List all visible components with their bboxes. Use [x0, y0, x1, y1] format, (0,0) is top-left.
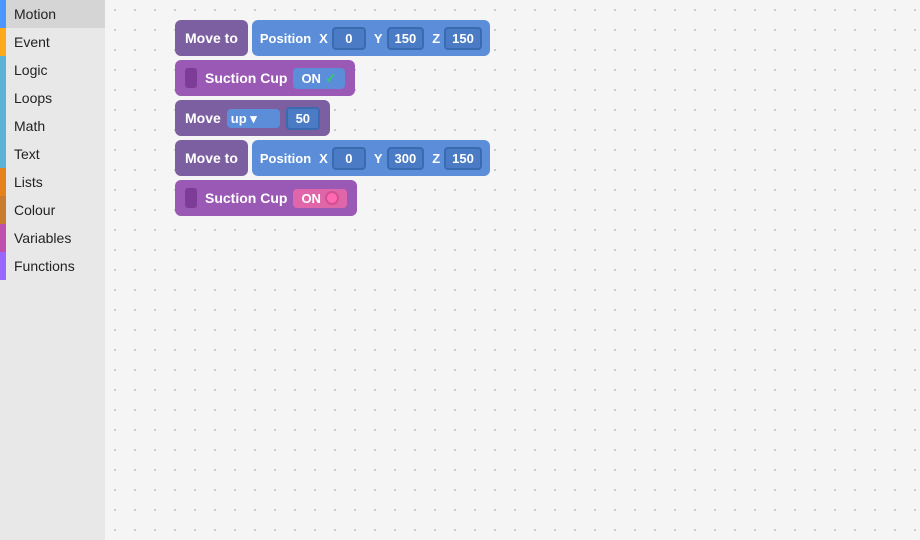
sidebar-label-motion: Motion — [14, 6, 56, 22]
position-label-1: Position — [260, 31, 311, 46]
sidebar: Motion Event Logic Loops Math Text Lists… — [0, 0, 105, 540]
sidebar-label-variables: Variables — [14, 230, 71, 246]
suction-block-1[interactable]: Suction Cup ON ✓ — [175, 60, 355, 96]
block-move-to-1[interactable]: Move to Position X 0 Y 150 Z 150 — [175, 20, 490, 56]
block-move-to-2[interactable]: Move to Position X 0 Y 300 Z 150 — [175, 140, 490, 176]
sidebar-item-functions[interactable]: Functions — [0, 252, 105, 280]
y-label-1: Y — [374, 31, 383, 46]
x-value-2[interactable]: 0 — [332, 147, 366, 170]
sidebar-label-lists: Lists — [14, 174, 43, 190]
sidebar-item-loops[interactable]: Loops — [0, 84, 105, 112]
x-label-1: X — [319, 31, 328, 46]
sidebar-item-text[interactable]: Text — [0, 140, 105, 168]
sidebar-label-loops: Loops — [14, 90, 52, 106]
sidebar-label-text: Text — [14, 146, 40, 162]
position-block-2: Position X 0 Y 300 Z 150 — [252, 140, 490, 176]
x-value-1[interactable]: 0 — [332, 27, 366, 50]
sidebar-label-functions: Functions — [14, 258, 75, 274]
z-value-2[interactable]: 150 — [444, 147, 482, 170]
sidebar-item-motion[interactable]: Motion — [0, 0, 105, 28]
suction-connector-2 — [185, 188, 197, 208]
direction-select[interactable]: up ▾ down ▾ — [227, 109, 280, 128]
pink-dot-icon — [325, 191, 339, 205]
suction-cup-block-2[interactable]: Suction Cup ON — [175, 180, 490, 216]
x-label-2: X — [319, 151, 328, 166]
position-label-2: Position — [260, 151, 311, 166]
y-value-1[interactable]: 150 — [387, 27, 425, 50]
move-label: Move — [185, 110, 221, 126]
sidebar-item-colour[interactable]: Colour — [0, 196, 105, 224]
move-to-block-2[interactable]: Move to — [175, 140, 248, 176]
canvas: Move to Position X 0 Y 150 Z 150 Suction… — [105, 0, 920, 540]
suction-label-2: Suction Cup — [205, 190, 287, 206]
sidebar-item-logic[interactable]: Logic — [0, 56, 105, 84]
suction-cup-block-1[interactable]: Suction Cup ON ✓ — [175, 60, 490, 96]
sidebar-item-lists[interactable]: Lists — [0, 168, 105, 196]
position-block-1: Position X 0 Y 150 Z 150 — [252, 20, 490, 56]
sidebar-item-math[interactable]: Math — [0, 112, 105, 140]
sidebar-item-event[interactable]: Event — [0, 28, 105, 56]
sidebar-label-colour: Colour — [14, 202, 55, 218]
block-move-up[interactable]: Move up ▾ down ▾ 50 — [175, 100, 490, 136]
on-state-1: ON — [301, 71, 321, 86]
sidebar-item-variables[interactable]: Variables — [0, 224, 105, 252]
move-amount[interactable]: 50 — [286, 107, 320, 130]
on-state-2: ON — [301, 191, 321, 206]
suction-block-2[interactable]: Suction Cup ON — [175, 180, 357, 216]
move-to-label-2: Move to — [185, 150, 238, 166]
sidebar-label-logic: Logic — [14, 62, 47, 78]
checkmark-icon-1: ✓ — [325, 70, 337, 87]
z-value-1[interactable]: 150 — [444, 27, 482, 50]
block-group-1: Move to Position X 0 Y 150 Z 150 Suction… — [175, 20, 490, 220]
move-block[interactable]: Move up ▾ down ▾ 50 — [175, 100, 330, 136]
z-label-1: Z — [432, 31, 440, 46]
sidebar-label-math: Math — [14, 118, 45, 134]
sidebar-label-event: Event — [14, 34, 50, 50]
suction-connector-1 — [185, 68, 197, 88]
move-to-label-1: Move to — [185, 30, 238, 46]
on-badge-2[interactable]: ON — [293, 189, 347, 208]
on-badge-1[interactable]: ON ✓ — [293, 68, 344, 89]
y-value-2[interactable]: 300 — [387, 147, 425, 170]
move-to-block-1[interactable]: Move to — [175, 20, 248, 56]
y-label-2: Y — [374, 151, 383, 166]
z-label-2: Z — [432, 151, 440, 166]
suction-label-1: Suction Cup — [205, 70, 287, 86]
